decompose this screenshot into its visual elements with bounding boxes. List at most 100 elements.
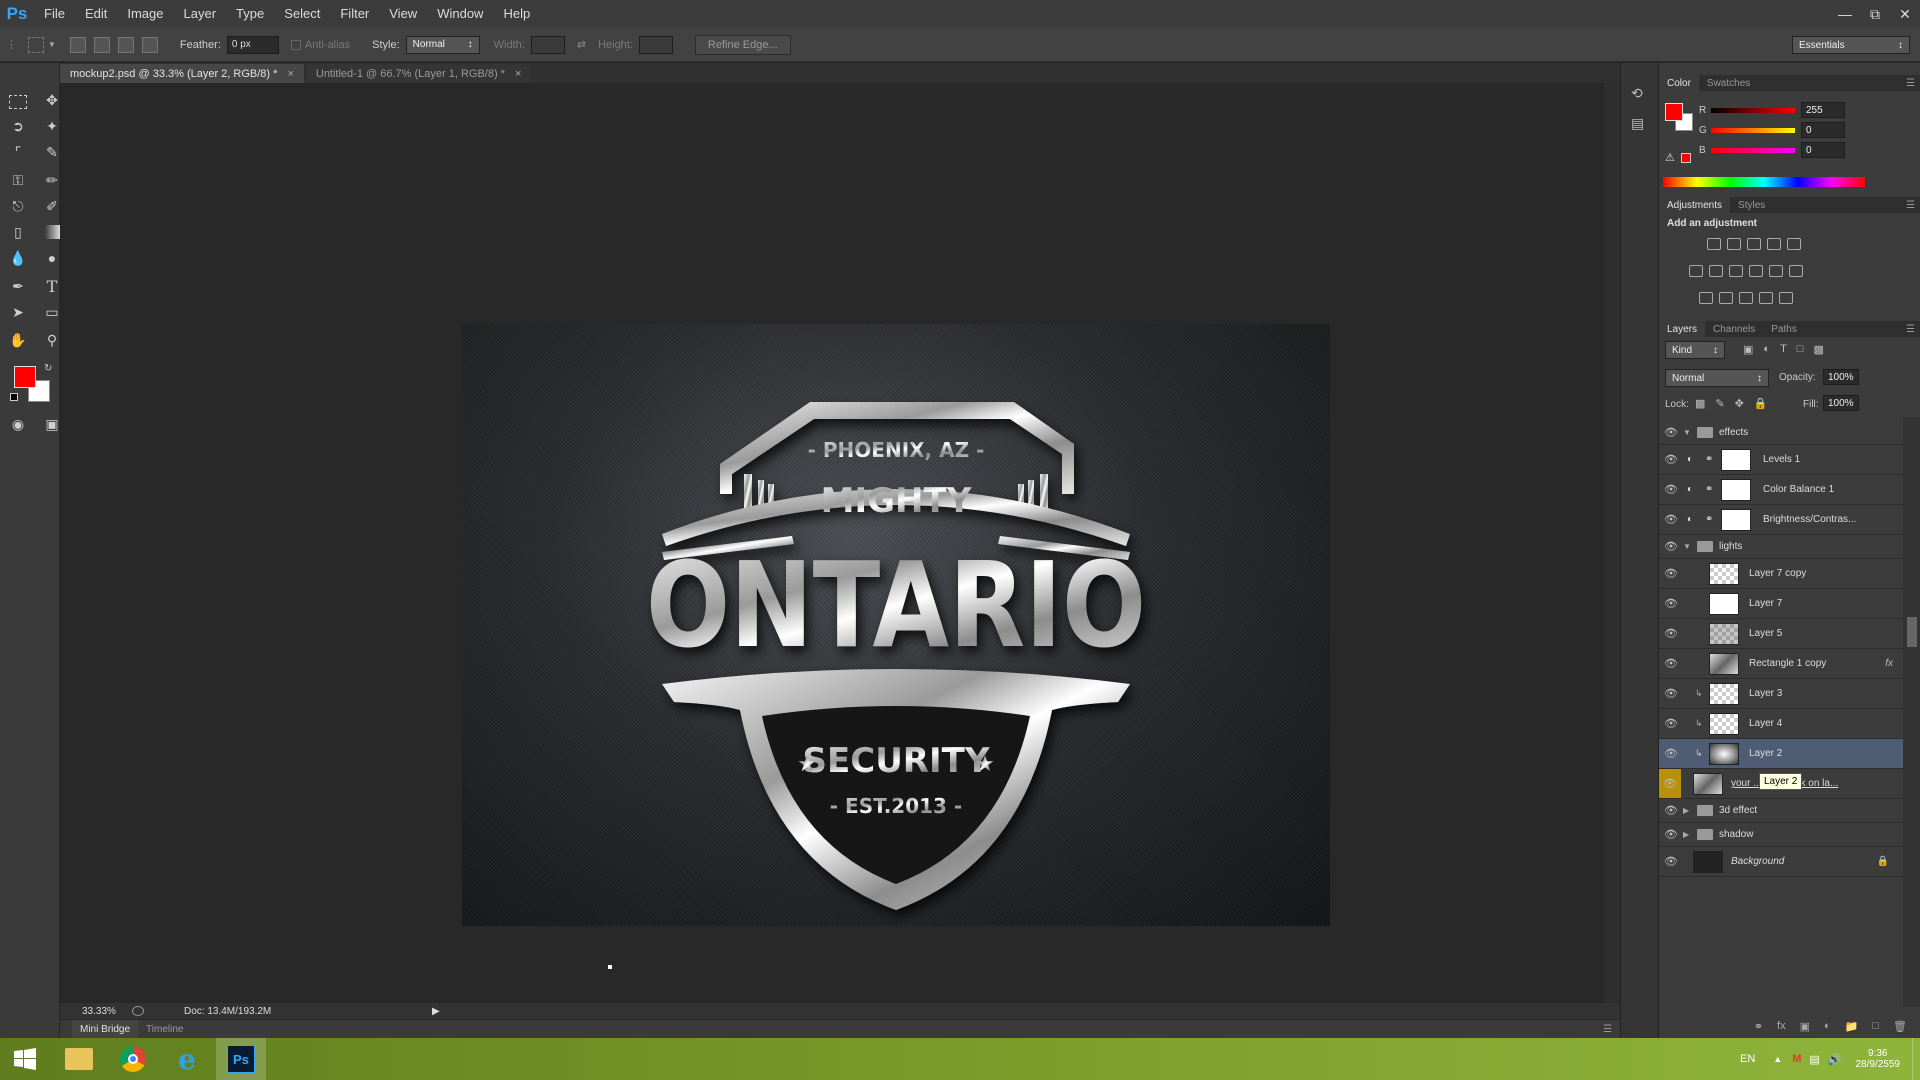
subtract-selection-icon[interactable] (117, 36, 134, 53)
black-white-adjust-icon[interactable] (1729, 265, 1743, 277)
menu-filter[interactable]: Filter (330, 0, 379, 28)
menu-image[interactable]: Image (117, 0, 173, 28)
gradient-tool-icon[interactable] (44, 225, 60, 239)
document-canvas[interactable]: - PHOENIX, AZ - MIGHTY ONTARIO SECURITY … (462, 324, 1330, 926)
layer-3[interactable]: 👁 ↳ Layer 3 (1659, 679, 1903, 709)
new-selection-icon[interactable] (69, 36, 86, 53)
tab-mini-bridge[interactable]: Mini Bridge (72, 1020, 139, 1038)
status-info-icon[interactable] (132, 1006, 144, 1016)
add-mask-icon[interactable]: ▣ (1800, 1020, 1810, 1033)
eye-icon[interactable]: 👁 (1659, 540, 1683, 553)
brightness-adjust-icon[interactable] (1707, 238, 1721, 250)
layer-levels-1[interactable]: 👁 ◐ ⚭ Levels 1 (1659, 445, 1903, 475)
lock-transparency-icon[interactable]: ▩ (1695, 397, 1705, 410)
eye-icon[interactable]: 👁 (1659, 567, 1683, 580)
gradient-map-adjust-icon[interactable] (1779, 292, 1793, 304)
eye-icon[interactable]: 👁 (1659, 855, 1683, 868)
layer-color-balance-1[interactable]: 👁 ◐ ⚭ Color Balance 1 (1659, 475, 1903, 505)
close-icon[interactable]: × (287, 68, 293, 80)
tab-channels[interactable]: Channels (1705, 321, 1763, 337)
hue-saturation-adjust-icon[interactable] (1689, 265, 1703, 277)
opacity-input[interactable]: 100% (1823, 369, 1859, 385)
gamut-warning-icon[interactable]: ⚠ (1665, 151, 1675, 164)
pixel-filter-icon[interactable]: ▣ (1743, 343, 1753, 356)
layer-group-3d-effect[interactable]: 👁 ▶ 3d effect (1659, 799, 1903, 823)
photoshop-taskbar-icon[interactable]: Ps (216, 1038, 266, 1080)
layer-4[interactable]: 👁 ↳ Layer 4 (1659, 709, 1903, 739)
volume-icon[interactable]: 🔊 (1828, 1053, 1842, 1066)
tab-styles[interactable]: Styles (1730, 197, 1773, 213)
layers-scrollbar[interactable] (1903, 417, 1920, 1007)
eye-icon[interactable]: 👁 (1659, 747, 1683, 760)
file-explorer-icon[interactable] (54, 1038, 104, 1080)
tab-layers[interactable]: Layers (1659, 321, 1706, 337)
menu-edit[interactable]: Edit (75, 0, 117, 28)
menu-file[interactable]: File (34, 0, 75, 28)
adjustment-filter-icon[interactable]: ◐ (1763, 343, 1770, 356)
swap-colors-icon[interactable]: ↻ (44, 363, 52, 374)
close-icon[interactable]: × (515, 68, 521, 80)
feather-input[interactable]: 0 px (226, 35, 279, 54)
chrome-icon[interactable] (108, 1038, 158, 1080)
menu-layer[interactable]: Layer (174, 0, 227, 28)
layer-group-effects[interactable]: 👁 ▼ effects (1659, 421, 1903, 445)
r-value-input[interactable]: 255 (1801, 102, 1845, 118)
fg-color-swatch[interactable] (1665, 103, 1683, 121)
scroll-thumb[interactable] (1907, 617, 1917, 647)
antialias-checkbox[interactable] (290, 39, 301, 50)
eye-icon[interactable]: 👁 (1659, 483, 1683, 496)
minimize-icon[interactable]: — (1830, 0, 1860, 28)
fx-icon[interactable]: fx (1885, 658, 1893, 669)
b-value-input[interactable]: 0 (1801, 142, 1845, 158)
tab-paths[interactable]: Paths (1763, 321, 1805, 337)
eye-icon[interactable]: 👁 (1659, 597, 1683, 610)
trash-icon[interactable]: 🗑 (1893, 1020, 1907, 1033)
vertical-scrollbar[interactable] (1604, 83, 1620, 1003)
color-lookup-adjust-icon[interactable] (1789, 265, 1803, 277)
intersect-selection-icon[interactable] (141, 36, 158, 53)
rect-marquee-tool-icon[interactable] (9, 95, 27, 109)
link-layers-icon[interactable]: ⚭ (1754, 1020, 1763, 1033)
play-icon[interactable]: ▶ (432, 1006, 440, 1017)
tray-expand-icon[interactable]: ▲ (1773, 1054, 1782, 1064)
color-balance-adjust-icon[interactable] (1709, 265, 1723, 277)
layer-5[interactable]: 👁 Layer 5 (1659, 619, 1903, 649)
close-icon[interactable]: ✕ (1890, 0, 1920, 28)
language-indicator[interactable]: EN (1740, 1053, 1755, 1065)
new-group-icon[interactable]: 📁 (1845, 1020, 1859, 1033)
show-desktop-button[interactable] (1912, 1038, 1920, 1080)
eraser-tool-icon[interactable]: ▯ (6, 221, 30, 243)
collapse-arrow-icon[interactable]: ▶ (1683, 830, 1693, 839)
fill-input[interactable]: 100% (1823, 395, 1859, 411)
eye-icon[interactable]: 👁 (1659, 804, 1683, 817)
width-input[interactable] (530, 35, 565, 54)
posterize-adjust-icon[interactable] (1719, 292, 1733, 304)
eye-icon[interactable]: 👁 (1659, 426, 1683, 439)
vibrance-adjust-icon[interactable] (1787, 238, 1801, 250)
menu-type[interactable]: Type (226, 0, 274, 28)
selective-color-adjust-icon[interactable] (1759, 292, 1773, 304)
eye-icon[interactable]: 👁 (1659, 717, 1683, 730)
restore-icon[interactable]: ⧉ (1860, 0, 1890, 28)
tab-color[interactable]: Color (1659, 75, 1699, 91)
eye-icon[interactable]: 👁 (1659, 657, 1683, 670)
healing-brush-tool-icon[interactable]: ⚿ (6, 169, 30, 191)
zoom-level[interactable]: 33.33% (82, 1006, 122, 1017)
foreground-color-swatch[interactable] (14, 366, 36, 388)
collapse-arrow-icon[interactable]: ▶ (1683, 806, 1693, 815)
layer-2[interactable]: 👁 ↳ Layer 2 (1659, 739, 1903, 769)
canvas-area[interactable]: - PHOENIX, AZ - MIGHTY ONTARIO SECURITY … (60, 83, 1620, 1003)
b-slider[interactable] (1711, 147, 1795, 153)
tab-untitled-1[interactable]: Untitled-1 @ 66.7% (Layer 1, RGB/8) * × (305, 64, 532, 83)
smart-object-filter-icon[interactable]: ▩ (1813, 343, 1823, 356)
channel-mixer-adjust-icon[interactable] (1769, 265, 1783, 277)
marquee-preset-icon[interactable] (28, 36, 44, 53)
panel-menu-icon[interactable]: ☰ (1906, 200, 1915, 211)
new-adjustment-icon[interactable]: ◐ (1824, 1020, 1831, 1032)
shape-filter-icon[interactable]: □ (1797, 343, 1804, 356)
expand-arrow-icon[interactable]: ▼ (1683, 542, 1693, 551)
menu-help[interactable]: Help (493, 0, 540, 28)
layer-rectangle-1-copy[interactable]: 👁 Rectangle 1 copy fx (1659, 649, 1903, 679)
r-slider[interactable] (1711, 107, 1795, 113)
invert-adjust-icon[interactable] (1699, 292, 1713, 304)
